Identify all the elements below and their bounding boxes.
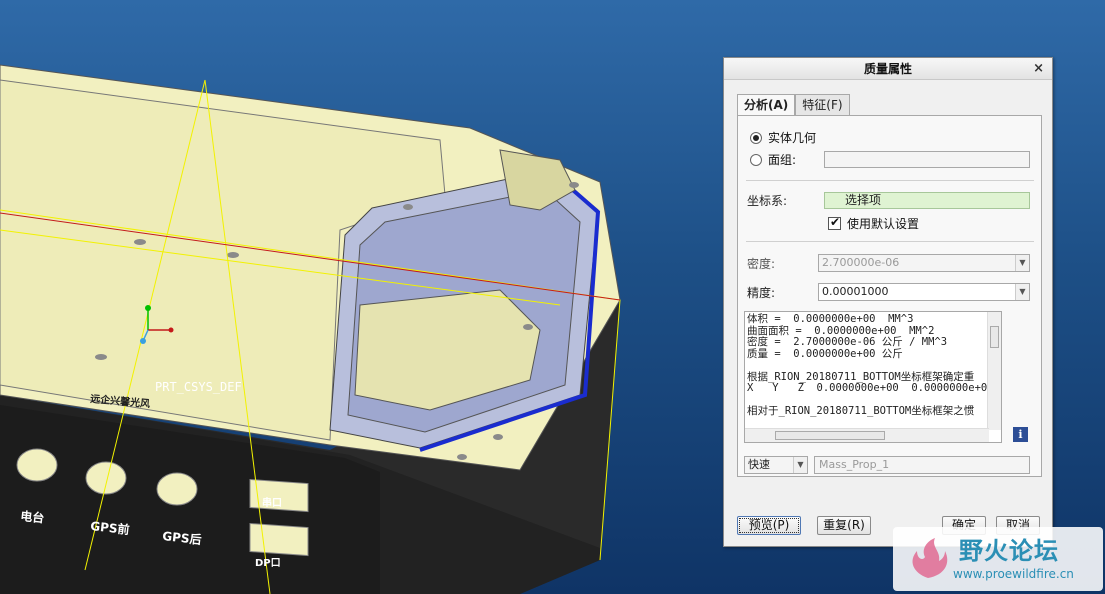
chevron-down-icon: ▼ <box>1015 255 1029 271</box>
panel-hole-radio <box>16 448 58 482</box>
mode-select[interactable]: 快速 ▼ <box>744 456 808 474</box>
dialog-tabs: 分析(A) 特征(F) <box>737 94 850 117</box>
analysis-panel: 实体几何 面组: 坐标系: 选择项 使用默认设置 密度: 2.700000e-0… <box>737 115 1042 477</box>
chevron-down-icon[interactable]: ▼ <box>793 457 807 473</box>
panel-label-radio: 电台 <box>20 508 45 525</box>
flame-logo-icon <box>912 538 948 578</box>
tab-analysis[interactable]: 分析(A) <box>737 94 796 117</box>
divider <box>746 180 1034 181</box>
precision-field[interactable]: 0.00001000 ▼ <box>818 283 1030 301</box>
watermark-title: 野火论坛 <box>959 537 1059 565</box>
quilt-option[interactable]: 面组: <box>750 151 796 168</box>
precision-label: 精度: <box>747 286 776 300</box>
panel-slot-dp <box>249 522 309 557</box>
results-horizontal-scrollbar[interactable] <box>745 428 989 442</box>
use-default-checkbox[interactable] <box>828 215 841 230</box>
csys-label: PRT_CSYS_DEF <box>155 380 242 394</box>
divider <box>746 241 1034 242</box>
reset-button[interactable]: 重复(R) <box>817 516 871 535</box>
quilt-collector[interactable] <box>824 151 1030 168</box>
results-vertical-scrollbar[interactable] <box>987 312 1001 430</box>
use-default-option[interactable]: 使用默认设置 <box>828 215 919 232</box>
precision-value: 0.00001000 <box>822 285 889 298</box>
dialog-title: 质量属性 <box>863 62 912 76</box>
use-default-label: 使用默认设置 <box>847 217 920 231</box>
solid-geometry-radio[interactable] <box>750 131 762 144</box>
dialog-titlebar[interactable]: 质量属性 × <box>724 58 1052 80</box>
close-icon[interactable]: × <box>1033 58 1044 80</box>
watermark-url: www.proewildfire.cn <box>953 567 1074 581</box>
chevron-down-icon[interactable]: ▼ <box>1015 284 1029 300</box>
panel-hole-gps-front <box>85 461 127 495</box>
csys-label: 坐标系: <box>747 194 788 208</box>
quilt-radio[interactable] <box>750 153 762 166</box>
solid-geometry-option[interactable]: 实体几何 <box>750 129 816 146</box>
preview-button[interactable]: 预览(P) <box>737 516 801 535</box>
solid-geometry-label: 实体几何 <box>768 131 817 145</box>
info-icon[interactable]: i <box>1013 427 1028 442</box>
mode-value: 快速 <box>748 458 770 471</box>
results-text: 体积 = 0.0000000e+00 MM^3 曲面面积 = 0.0000000… <box>747 313 994 417</box>
csys-selector[interactable]: 选择项 <box>824 192 1030 209</box>
density-value: 2.700000e-06 <box>822 256 900 269</box>
quilt-label: 面组: <box>768 153 797 167</box>
panel-hole-gps-rear <box>156 472 198 506</box>
density-label: 密度: <box>747 257 776 271</box>
panel-label-dp: DP口 <box>255 558 281 569</box>
tab-feature[interactable]: 特征(F) <box>795 94 850 116</box>
mass-properties-dialog: 质量属性 × 分析(A) 特征(F) 实体几何 面组: 坐标系: 选择项 使用默… <box>723 57 1053 547</box>
forum-watermark: 野火论坛 www.proewildfire.cn <box>893 527 1103 591</box>
density-field: 2.700000e-06 ▼ <box>818 254 1030 272</box>
analysis-name-field[interactable]: Mass_Prop_1 <box>814 456 1030 474</box>
results-area[interactable]: 体积 = 0.0000000e+00 MM^3 曲面面积 = 0.0000000… <box>744 311 1002 443</box>
panel-label-serial: 串口 <box>262 496 282 509</box>
